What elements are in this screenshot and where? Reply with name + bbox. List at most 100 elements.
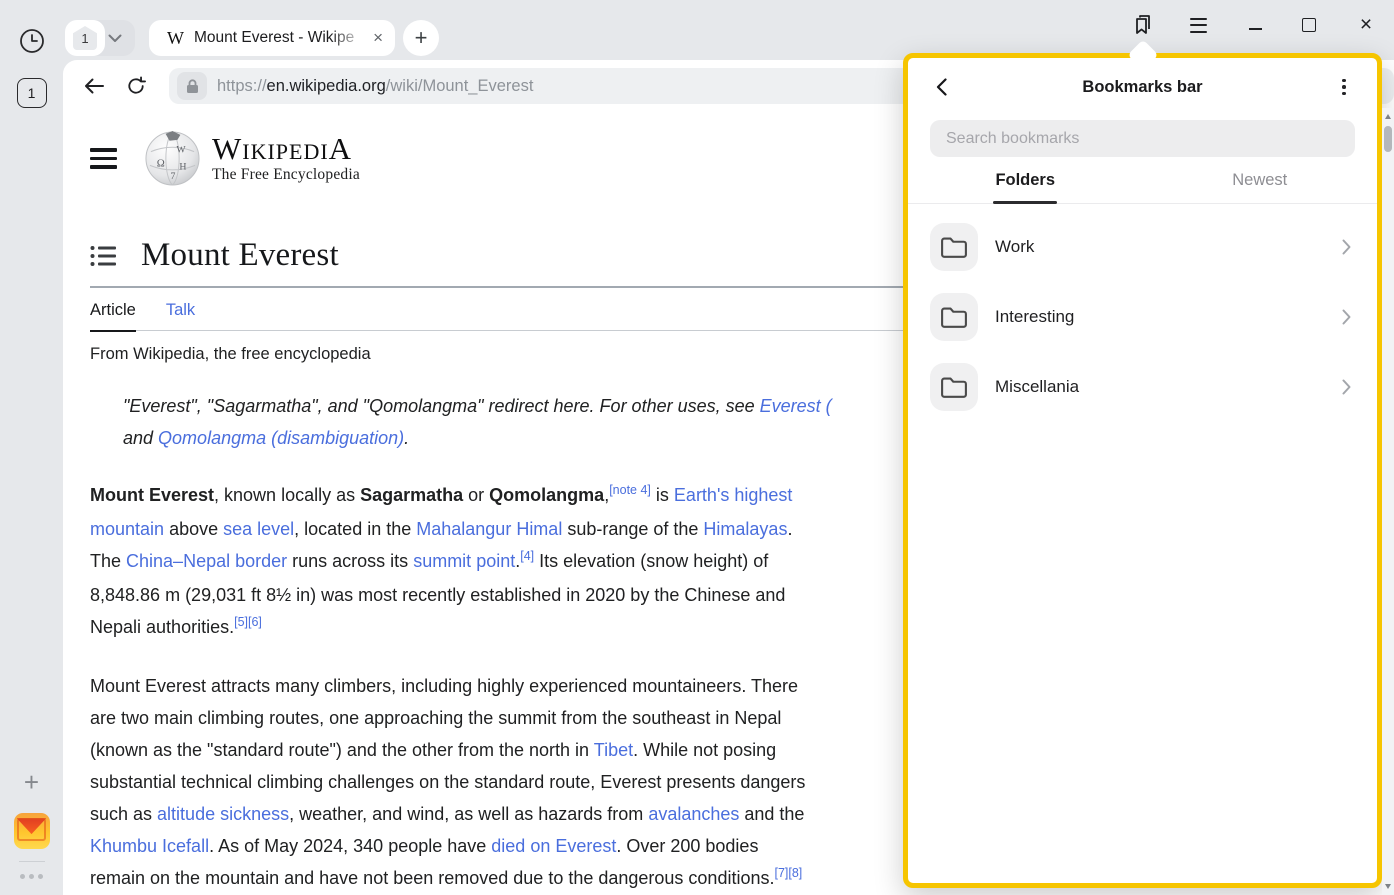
- reload-button[interactable]: [119, 69, 153, 103]
- tab-folders[interactable]: Folders: [908, 171, 1143, 203]
- folder-name: Miscellania: [995, 377, 1079, 397]
- svg-text:W: W: [176, 145, 186, 156]
- minimize-icon: [1249, 28, 1262, 30]
- tab-article[interactable]: Article: [90, 301, 136, 332]
- page-title: Mount Everest: [141, 237, 339, 274]
- bookmarks-panel: Bookmarks bar Folders Newest Work Intere…: [903, 53, 1382, 888]
- sidebar-add-icon[interactable]: +: [24, 769, 39, 795]
- wiki-text: (known as the "standard route") and the …: [90, 740, 594, 760]
- toc-icon[interactable]: [90, 245, 116, 267]
- back-button[interactable]: [77, 69, 111, 103]
- wiki-link[interactable]: mountain: [90, 519, 164, 539]
- folder-list: Work Interesting Miscellania: [908, 204, 1377, 422]
- wiki-link[interactable]: avalanches: [648, 804, 739, 824]
- lock-chip[interactable]: [177, 72, 207, 100]
- browser-sidebar: 1 +: [0, 0, 63, 895]
- folder-row-interesting[interactable]: Interesting: [930, 282, 1355, 352]
- wiki-link[interactable]: Earth's highest: [674, 485, 793, 505]
- wiki-ref-link[interactable]: [4]: [520, 549, 534, 563]
- wiki-link[interactable]: China–Nepal border: [126, 551, 287, 571]
- chevron-left-icon: [936, 78, 947, 96]
- wiki-text: and: [123, 428, 158, 448]
- lock-icon: [186, 79, 199, 94]
- minimize-button[interactable]: [1242, 12, 1268, 38]
- panel-title: Bookmarks bar: [954, 78, 1331, 97]
- wiki-ref-link[interactable]: [note 4]: [609, 483, 651, 497]
- wiki-link[interactable]: summit point: [413, 551, 515, 571]
- wiki-text: Qomolangma: [489, 485, 604, 505]
- active-tab[interactable]: W Mount Everest - Wikipe ×: [149, 20, 395, 56]
- chevron-right-icon: [1337, 378, 1355, 396]
- wiki-text: . As of May 2024, 340 people have: [209, 836, 491, 856]
- wiki-menu-icon[interactable]: [90, 148, 117, 169]
- wiki-text: Sagarmatha: [360, 485, 463, 505]
- tab-close-icon[interactable]: ×: [373, 28, 383, 48]
- close-window-button[interactable]: ×: [1353, 12, 1379, 38]
- tab-group-count-badge: 1: [73, 26, 97, 50]
- panel-menu-icon[interactable]: [1331, 74, 1357, 100]
- mail-envelope-body: [17, 818, 47, 841]
- wiki-link[interactable]: Tibet: [594, 740, 633, 760]
- wikipedia-wordmark[interactable]: WikipediA The Free Encyclopedia: [212, 133, 360, 184]
- wiki-text: Its elevation (snow height) of: [534, 551, 768, 571]
- wiki-text: 8,848.86 m (29,031 ft 8½ in) was most re…: [90, 585, 785, 605]
- page-scrollbar[interactable]: [1382, 108, 1394, 895]
- svg-text:7: 7: [171, 171, 176, 182]
- folder-icon: [930, 363, 978, 411]
- wiki-text: is: [651, 485, 674, 505]
- browser-menu-button[interactable]: [1185, 12, 1211, 38]
- wiki-link[interactable]: Everest (: [760, 396, 832, 416]
- search-bookmarks-input[interactable]: [930, 120, 1355, 157]
- url-path: /wiki/Mount_Everest: [386, 77, 534, 96]
- wiki-text: or: [463, 485, 489, 505]
- wiki-text: .: [404, 428, 409, 448]
- wiki-text: , weather, and wind, as well as hazards …: [289, 804, 648, 824]
- wiki-ref-link[interactable]: [5][6]: [234, 615, 262, 629]
- maximize-icon: [1302, 18, 1316, 32]
- bookmarks-icon: [1131, 13, 1155, 37]
- scroll-thumb[interactable]: [1384, 126, 1392, 152]
- wiki-text: , located in the: [294, 519, 416, 539]
- wiki-ref-link[interactable]: [7][8]: [774, 866, 802, 880]
- maximize-button[interactable]: [1296, 12, 1322, 38]
- wiki-text: The: [90, 551, 126, 571]
- wikipedia-favicon: W: [167, 28, 184, 49]
- panel-back-button[interactable]: [928, 74, 954, 100]
- tab-group-count-button[interactable]: 1: [65, 20, 105, 56]
- wiki-link[interactable]: Himalayas: [703, 519, 787, 539]
- wiki-text: .: [787, 519, 792, 539]
- tab-newest[interactable]: Newest: [1143, 171, 1378, 203]
- url-host: en.wikipedia.org: [267, 77, 386, 96]
- wikipedia-globe-logo: Ω W H 7: [144, 130, 201, 187]
- panel-tabs: Folders Newest: [908, 171, 1377, 204]
- wiki-link[interactable]: sea level: [223, 519, 294, 539]
- wiki-link[interactable]: altitude sickness: [157, 804, 289, 824]
- wiki-link[interactable]: died on Everest: [491, 836, 616, 856]
- more-options-icon[interactable]: [20, 874, 43, 879]
- tab-group-chip[interactable]: 1: [65, 20, 135, 56]
- svg-text:Ω: Ω: [157, 157, 165, 169]
- new-tab-button[interactable]: +: [403, 20, 439, 56]
- wiki-text: substantial technical climbing challenge…: [90, 772, 805, 792]
- tab-talk[interactable]: Talk: [166, 301, 195, 330]
- svg-text:H: H: [179, 161, 186, 172]
- folder-row-miscellania[interactable]: Miscellania: [930, 352, 1355, 422]
- wiki-link[interactable]: Khumbu Icefall: [90, 836, 209, 856]
- menu-icon: [1190, 18, 1207, 33]
- wiki-text: Mount Everest: [90, 485, 214, 505]
- chevron-right-icon: [1337, 238, 1355, 256]
- scroll-down-arrow[interactable]: [1385, 884, 1391, 889]
- wiki-text: and the: [739, 804, 804, 824]
- bookmarks-panel-button[interactable]: [1130, 12, 1156, 38]
- folder-row-work[interactable]: Work: [930, 212, 1355, 282]
- wiki-link[interactable]: Mahalangur Himal: [416, 519, 562, 539]
- wiki-text: remain on the mountain and have not been…: [90, 868, 774, 888]
- folder-icon: [930, 293, 978, 341]
- reload-icon: [125, 75, 147, 97]
- scroll-up-arrow[interactable]: [1385, 114, 1391, 119]
- mail-app-icon[interactable]: [14, 813, 50, 849]
- all-tabs-button[interactable]: 1: [17, 78, 47, 108]
- url-scheme: https://: [217, 77, 267, 96]
- history-icon[interactable]: [17, 26, 47, 56]
- wiki-link[interactable]: Qomolangma (disambiguation): [158, 428, 404, 448]
